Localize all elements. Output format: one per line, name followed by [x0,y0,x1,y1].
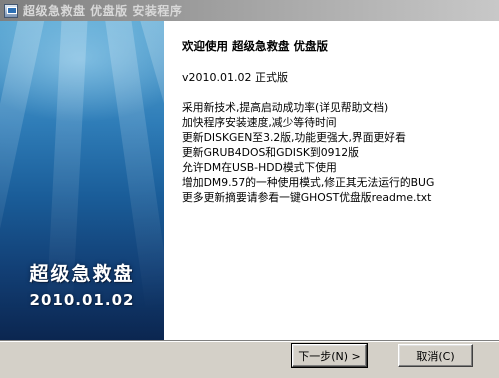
release-note: 允许DM在USB-HDD模式下使用 [182,161,337,174]
version-text: v2010.01.02 正式版 [182,71,288,84]
banner-date: 2010.01.02 [29,291,135,309]
cancel-button[interactable]: 取消(C) [398,344,473,367]
title-bar[interactable]: 超级急救盘 优盘版 安装程序 [0,0,499,21]
release-note: 增加DM9.57的一种使用模式,修正其无法运行的BUG [182,176,435,189]
welcome-panel: 欢迎使用 超级急救盘 优盘版 v2010.01.02 正式版 采用新技术,提高启… [164,21,499,340]
next-button-label: 下一步(N) > [298,349,361,363]
release-note: 加快程序安装速度,减少等待时间 [182,116,337,129]
next-button[interactable]: 下一步(N) > [291,343,368,368]
release-note: 更新GRUB4DOS和GDISK到0912版 [182,146,359,159]
release-note: 更新DISKGEN至3.2版,功能更强大,界面更好看 [182,131,406,144]
footer-divider [0,340,499,342]
release-note: 采用新技术,提高启动成功率(详见帮助文档) [182,101,389,114]
app-icon [4,3,18,18]
welcome-heading: 欢迎使用 超级急救盘 优盘版 [182,39,329,53]
cancel-button-label: 取消(C) [416,349,455,363]
banner-title: 超级急救盘 [29,263,135,285]
sidebar-banner: 超级急救盘 2010.01.02 [0,21,164,340]
window-title: 超级急救盘 优盘版 安装程序 [23,4,183,18]
release-note: 更多更新摘要请参看一键GHOST优盘版readme.txt [182,191,432,204]
release-notes: 采用新技术,提高启动成功率(详见帮助文档) 加快程序安装速度,减少等待时间 更新… [182,100,434,205]
